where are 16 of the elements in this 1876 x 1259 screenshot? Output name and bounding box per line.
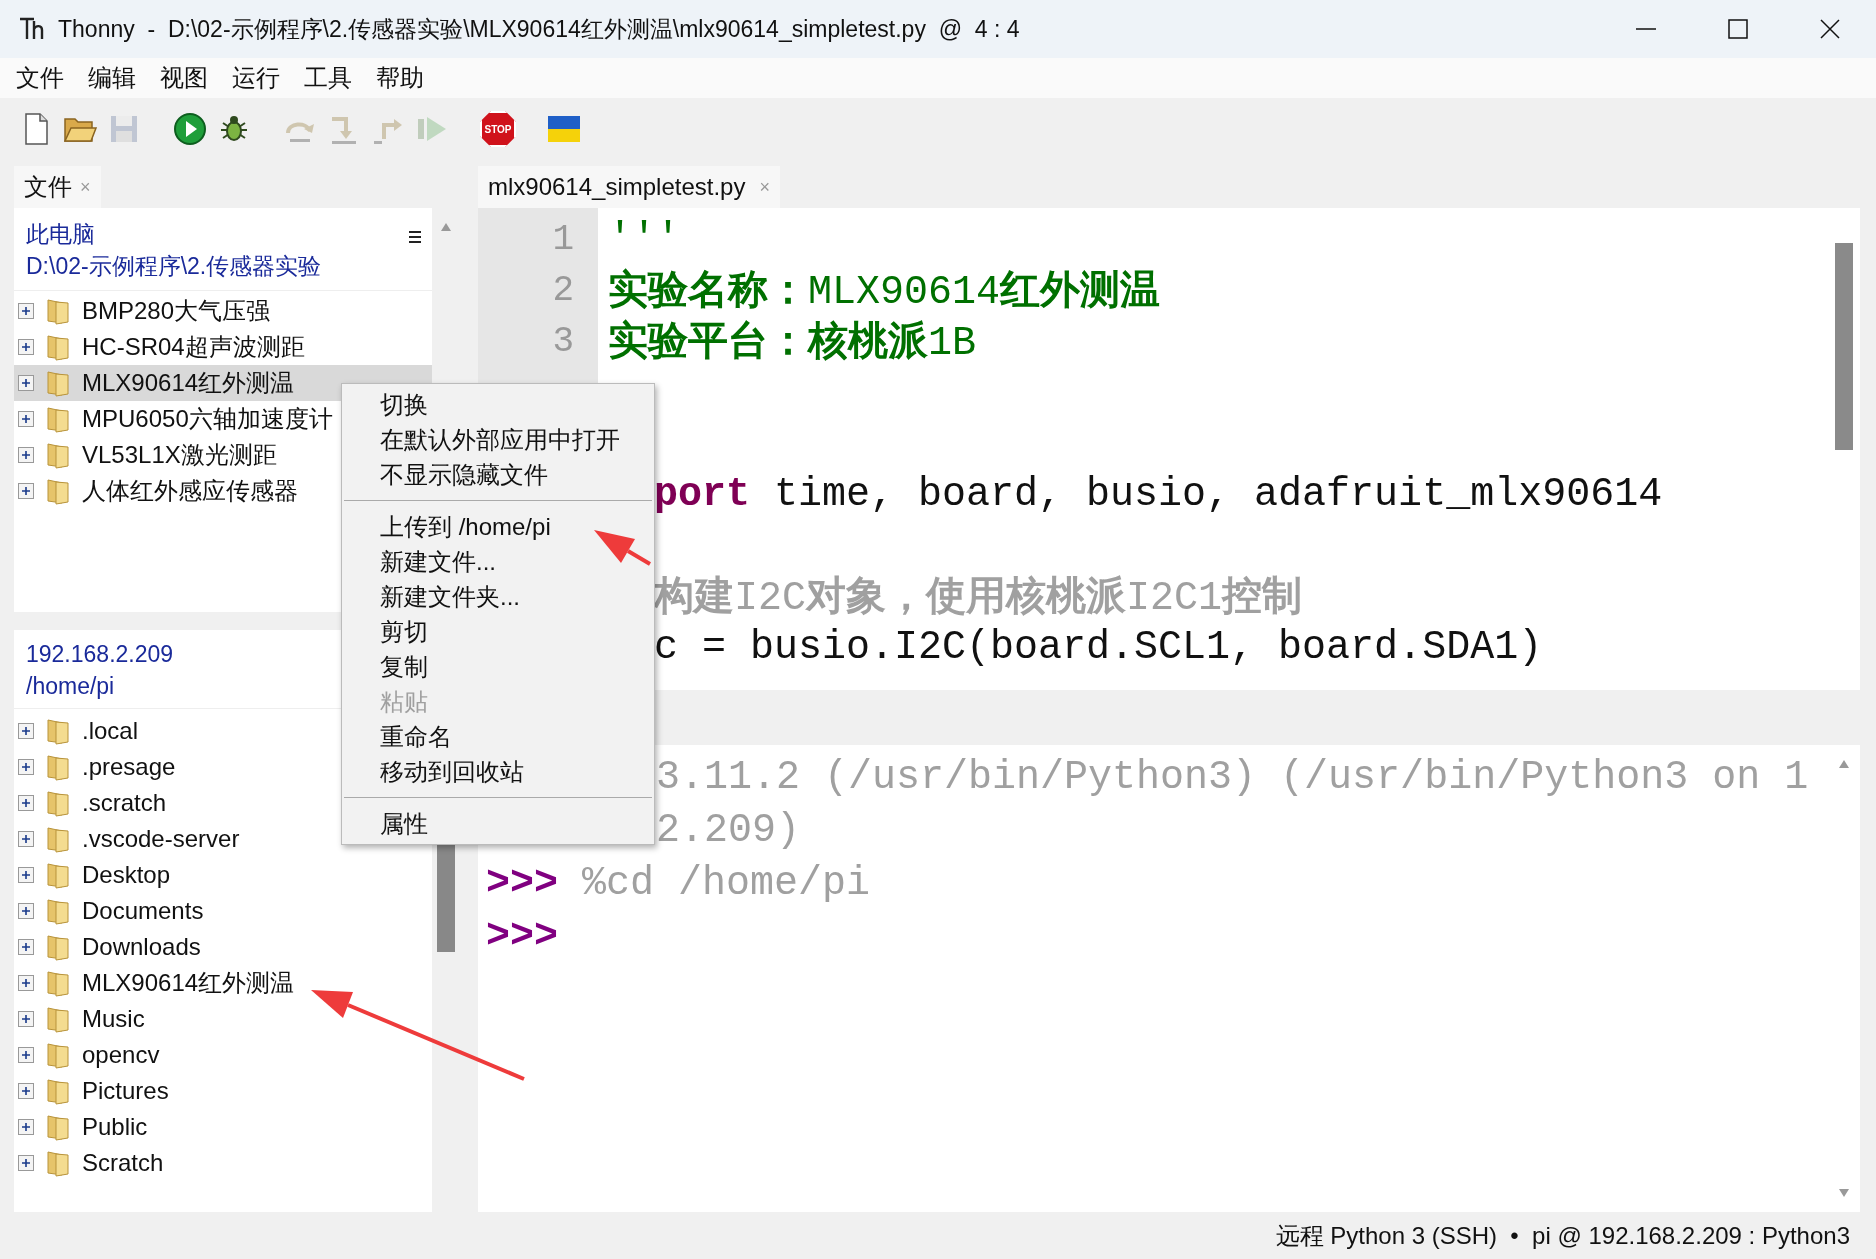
- code-line: 构建I2C对象，使用核桃派I2C1控制: [654, 571, 1303, 623]
- code-line: port time, board, busio, adafruit_mlx90614: [654, 470, 1663, 519]
- code-line: 实验平台：核桃派1B: [608, 316, 976, 368]
- line-number: 1: [552, 217, 574, 262]
- code-line: ''': [608, 215, 680, 264]
- code-line: c = busio.I2C(board.SCL1, board.SDA1): [654, 623, 1543, 672]
- shell-output: 3.11.2 (/usr/bin/Python3) (/usr/bin/Python3 on 1: [656, 753, 1809, 802]
- shell-output: 2.209): [656, 806, 801, 855]
- line-number: 3: [552, 319, 574, 364]
- code-line: 实验名称：MLX90614红外测温: [608, 265, 1161, 317]
- window-title: Thonny - D:\02-示例程序\2.传感器实验\MLX90614红外测温\mlx90614_simpletest.py @ 4 : 4: [58, 14, 1020, 44]
- shell-prompt: >>>: [486, 912, 558, 961]
- line-number: 2: [552, 268, 574, 313]
- status-text: 远程 Python 3 (SSH) • pi @ 192.168.2.209 : Python3: [1275, 1220, 1850, 1251]
- shell-prompt: >>>: [486, 859, 558, 908]
- shell-command: %cd /home/pi: [582, 859, 871, 908]
